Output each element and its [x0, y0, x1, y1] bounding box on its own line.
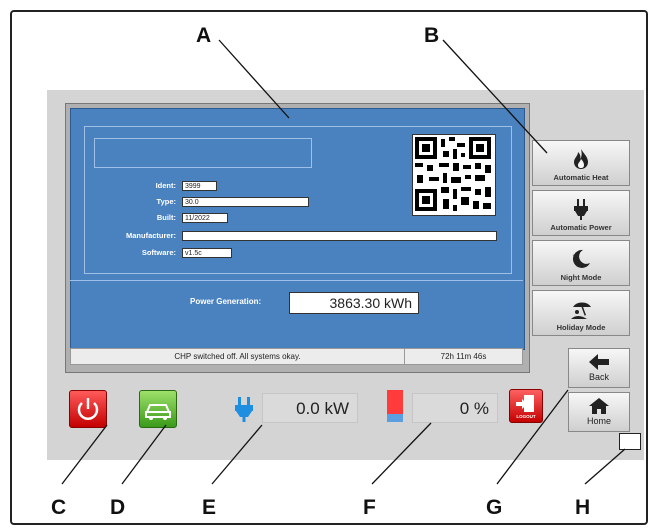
back-label: Back [588, 372, 609, 382]
qr-code [412, 134, 496, 216]
callout-g: G [486, 496, 503, 519]
logout-button[interactable]: LOGOUT [509, 389, 543, 423]
status-runtime: 72h 11m 46s [440, 352, 487, 361]
storage-level-icon [387, 390, 403, 422]
qr-code-graphic [415, 137, 491, 211]
umbrella-icon [571, 302, 591, 319]
manufacturer-label: Manufacturer: [125, 231, 176, 240]
callout-h: H [575, 496, 591, 519]
type-field[interactable]: 30.0 [182, 197, 309, 207]
automatic-power-button[interactable]: Automatic Power [532, 190, 630, 236]
flame-icon [574, 149, 588, 169]
night-mode-button[interactable]: Night Mode [532, 240, 630, 286]
arrow-left-icon [589, 354, 609, 370]
power-generation-value: 3863.30 kWh [289, 292, 419, 314]
eco-mode-button[interactable] [139, 390, 177, 428]
home-icon [589, 398, 609, 414]
software-label: Software: [141, 248, 176, 257]
holiday-mode-label: Holiday Mode [556, 323, 606, 332]
status-message: CHP switched off. All systems okay. [174, 352, 301, 361]
ident-label: Ident: [155, 181, 176, 190]
plug-icon [574, 199, 588, 220]
h-marker-box [619, 433, 641, 450]
moon-star-icon [572, 249, 590, 268]
automatic-heat-label: Automatic Heat [553, 173, 609, 182]
power-generation-label: Power Generation: [190, 297, 262, 306]
home-label: Home [586, 416, 611, 426]
callout-a: A [196, 24, 212, 47]
eco-car-icon [145, 404, 171, 420]
storage-level-readout: 0 % [412, 393, 498, 423]
callout-b: B [424, 24, 440, 47]
callout-e: E [202, 496, 217, 519]
manufacturer-field[interactable] [182, 231, 497, 241]
back-button[interactable]: Back [568, 348, 630, 388]
night-mode-label: Night Mode [560, 273, 602, 282]
ident-field[interactable]: 3999 [182, 181, 217, 191]
power-icon [77, 398, 99, 420]
callout-c: C [51, 496, 67, 519]
automatic-heat-button[interactable]: Automatic Heat [532, 140, 630, 186]
power-off-button[interactable] [69, 390, 107, 428]
built-field[interactable]: 11/2022 [182, 213, 228, 223]
screen-divider [70, 280, 523, 281]
built-label: Built: [156, 213, 176, 222]
logout-label: LOGOUT [516, 414, 536, 419]
status-bar: CHP switched off. All systems okay. 72h … [70, 348, 523, 365]
plug-output-icon [235, 397, 253, 422]
power-output-readout: 0.0 kW [262, 393, 358, 423]
callout-f: F [363, 496, 376, 519]
software-field[interactable]: v1.5c [182, 248, 232, 258]
holiday-mode-button[interactable]: Holiday Mode [532, 290, 630, 336]
callout-d: D [110, 496, 126, 519]
name-field-box [94, 138, 312, 168]
automatic-power-label: Automatic Power [550, 223, 612, 232]
type-label: Type: [156, 197, 176, 206]
home-button[interactable]: Home [568, 392, 630, 432]
